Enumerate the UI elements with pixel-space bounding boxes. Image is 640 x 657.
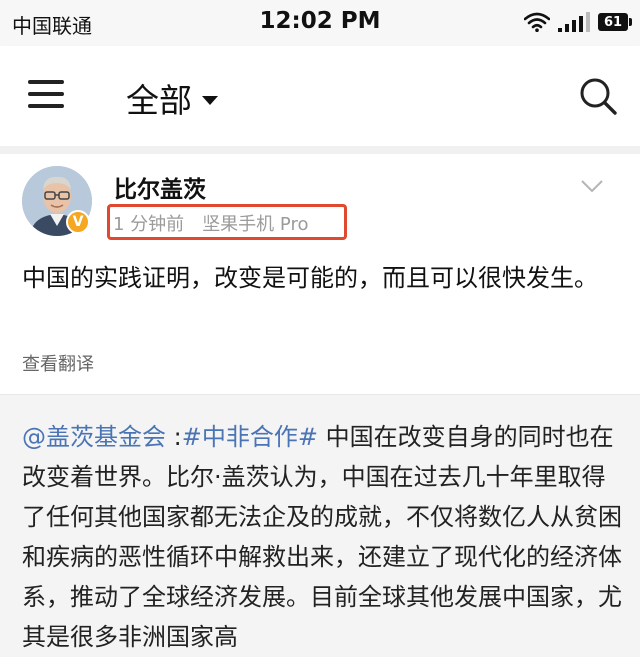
- top-nav-bar: 全部: [0, 46, 640, 146]
- battery-icon: 61: [598, 13, 632, 31]
- mention-separator: :: [166, 423, 182, 451]
- status-bar: 中国联通 12:02 PM 61: [0, 0, 640, 46]
- repost-body: 中国在改变自身的同时也在改变着世界。比尔·盖茨认为，中国在过去几十年里取得了任何…: [22, 423, 622, 651]
- post-meta: 1 分钟前 坚果手机 Pro: [113, 210, 308, 236]
- menu-icon[interactable]: [28, 80, 64, 110]
- post-device[interactable]: 坚果手机 Pro: [202, 214, 308, 235]
- author-name[interactable]: 比尔盖茨: [114, 170, 206, 204]
- verified-badge-icon: V: [66, 210, 90, 234]
- battery-level: 61: [603, 14, 623, 30]
- post-time: 1 分钟前: [113, 214, 185, 235]
- feed-filter-dropdown[interactable]: 全部: [126, 74, 218, 122]
- search-icon[interactable]: [578, 76, 618, 116]
- caret-down-icon: [202, 95, 218, 105]
- feed-filter-label: 全部: [126, 81, 192, 120]
- chevron-down-icon[interactable]: [580, 178, 604, 194]
- signal-icon: [558, 12, 590, 32]
- status-indicators: 61: [524, 10, 632, 34]
- section-separator: [0, 146, 640, 154]
- translate-link[interactable]: 查看翻译: [22, 350, 94, 376]
- hashtag-link[interactable]: #中非合作#: [182, 423, 318, 451]
- post-content: 中国的实践证明，改变是可能的，而且可以很快发生。: [22, 264, 598, 292]
- repost-content: @盖茨基金会 :#中非合作# 中国在改变自身的同时也在改变着世界。比尔·盖茨认为…: [22, 417, 622, 657]
- mention-link[interactable]: @盖茨基金会: [22, 423, 166, 451]
- repost-card[interactable]: @盖茨基金会 :#中非合作# 中国在改变自身的同时也在改变着世界。比尔·盖茨认为…: [0, 395, 640, 657]
- wifi-icon: [524, 12, 550, 32]
